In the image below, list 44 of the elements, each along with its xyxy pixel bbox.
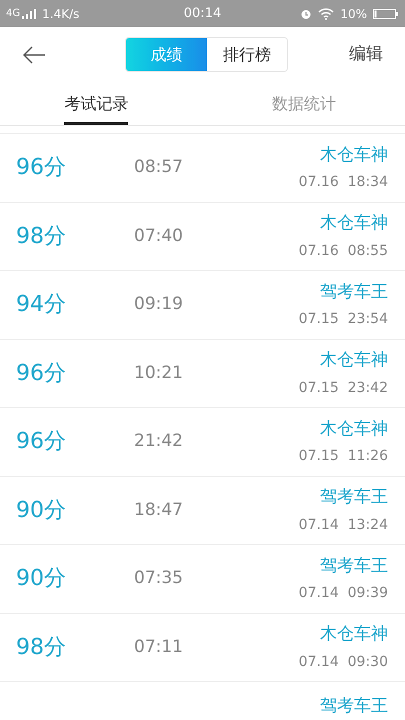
score: 96分 — [16, 154, 67, 182]
exam-date: 07.16 18:34 — [298, 173, 388, 192]
score: 98分 — [16, 222, 67, 251]
battery-icon — [373, 8, 399, 20]
user-name: 驾考车王 — [320, 280, 388, 304]
signal-icon — [22, 8, 36, 18]
edit-button[interactable]: 编辑 — [349, 42, 383, 68]
exam-date: 07.14 09:39 — [298, 584, 388, 603]
user-name: 驾考车王 — [320, 554, 388, 578]
battery-label: 10% — [340, 6, 367, 22]
exam-duration: 21:42 — [134, 430, 184, 453]
exam-duration: 07:40 — [134, 224, 184, 248]
score: 98分 — [16, 634, 67, 662]
score: 90分 — [16, 496, 67, 525]
network-label: 4G — [6, 7, 20, 21]
user-name: 木仓车神 — [320, 349, 388, 372]
score: 96分 — [16, 360, 67, 388]
back-arrow-icon — [22, 46, 46, 64]
user-name: 驾考车王 — [320, 486, 388, 509]
exam-date: 07.15 23:42 — [298, 378, 388, 398]
exam-duration: 07:11 — [134, 636, 184, 658]
clock: 00:14 — [182, 4, 222, 23]
user-name: 木仓车神 — [320, 623, 388, 646]
user-name: 木仓车神 — [320, 212, 388, 235]
wifi-icon — [318, 8, 334, 20]
score: 94分 — [16, 291, 67, 320]
exam-date: 07.15 23:54 — [298, 310, 388, 329]
tab[interactable]: 考试记录 — [64, 82, 128, 125]
score: 90分 — [16, 565, 67, 594]
exam-duration: 10:21 — [134, 362, 184, 384]
score: 96分 — [16, 428, 67, 456]
exam-duration: 07:35 — [134, 567, 184, 590]
exam-date: 07.14 09:30 — [298, 652, 388, 672]
user-name: 木仓车神 — [320, 418, 388, 440]
user-name: 驾考车王 — [320, 695, 388, 718]
exam-date: 07.16 08:55 — [298, 242, 388, 260]
exam-duration: 18:47 — [134, 498, 184, 522]
exam-date: 07.15 11:26 — [298, 447, 388, 466]
exam-duration: 08:57 — [134, 156, 184, 179]
speed-label: 1.4K/s — [42, 6, 80, 22]
alarm-icon — [300, 8, 312, 20]
user-name: 木仓车神 — [320, 144, 388, 166]
exam-date: 07.14 13:24 — [298, 516, 388, 534]
exam-duration: 09:19 — [134, 293, 184, 316]
